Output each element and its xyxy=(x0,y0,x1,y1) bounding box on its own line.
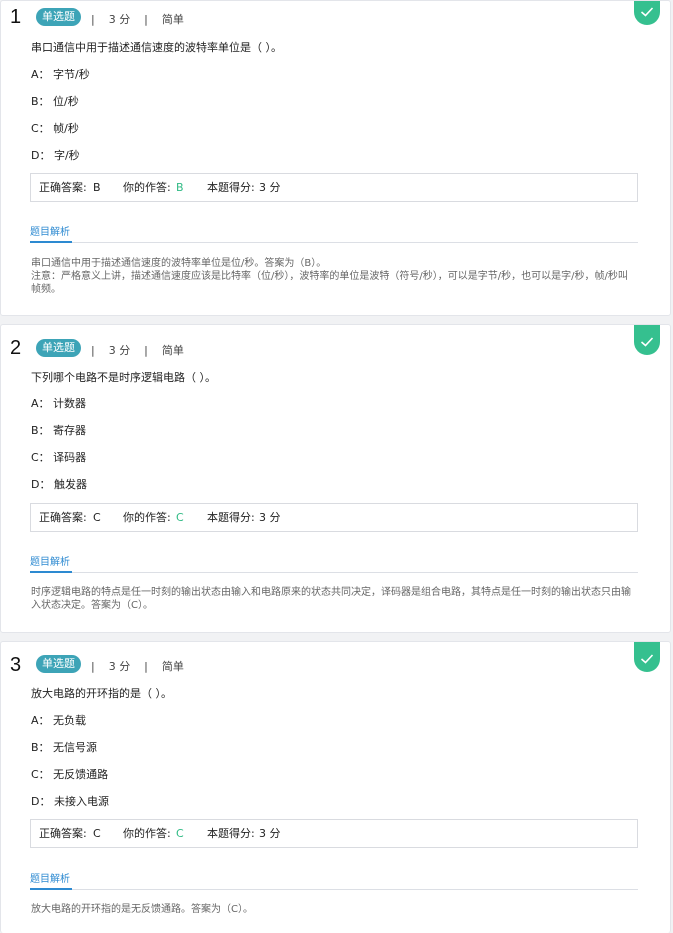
question-card: 1 单选题 | 3 分 | 简单 串口通信中用于描述通信速度的波特率单位是（ ）… xyxy=(0,0,671,316)
check-icon xyxy=(640,7,654,17)
your-answer-value: C xyxy=(176,827,184,840)
option-a[interactable]: A： 无负载 xyxy=(31,712,86,728)
option-b[interactable]: B： 寄存器 xyxy=(31,422,86,438)
option-c[interactable]: C： 帧/秒 xyxy=(31,120,79,136)
tab-underline xyxy=(30,888,638,890)
correct-answer-label: 正确答案: xyxy=(39,181,87,194)
answer-result-box: 正确答案: C 你的作答: C 本题得分: 3 分 xyxy=(30,819,638,848)
answer-result-box: 正确答案: B 你的作答: B 本题得分: 3 分 xyxy=(30,173,638,202)
question-number: 2 xyxy=(10,337,22,359)
option-d[interactable]: D： 触发器 xyxy=(31,476,87,492)
score-label: 本题得分: xyxy=(207,511,255,524)
correct-status-badge xyxy=(634,325,660,355)
question-card: 2 单选题 | 3 分 | 简单 下列哪个电路不是时序逻辑电路（ ）。 A： 计… xyxy=(0,324,671,633)
correct-answer-label: 正确答案: xyxy=(39,827,87,840)
tab-analysis[interactable]: 题目解析 xyxy=(30,870,70,885)
correct-answer-value: C xyxy=(93,511,101,524)
explanation-text: 串口通信中用于描述通信速度的波特率单位是位/秒。答案为（B）。 注意：严格意义上… xyxy=(31,258,628,295)
correct-answer-value: C xyxy=(93,827,101,840)
question-stem: 下列哪个电路不是时序逻辑电路（ ）。 xyxy=(31,371,216,384)
answer-result-box: 正确答案: C 你的作答: C 本题得分: 3 分 xyxy=(30,503,638,532)
check-icon xyxy=(640,654,654,664)
your-answer-label: 你的作答: xyxy=(123,181,171,194)
score-value: 3 分 xyxy=(259,181,281,194)
option-b[interactable]: B： 无信号源 xyxy=(31,739,97,755)
score-label: 本题得分: xyxy=(207,827,255,840)
score-value: 3 分 xyxy=(259,827,281,840)
option-d[interactable]: D： 字/秒 xyxy=(31,147,80,163)
tab-analysis[interactable]: 题目解析 xyxy=(30,223,70,238)
score-label: 本题得分: xyxy=(207,181,255,194)
correct-answer-value: B xyxy=(93,181,101,194)
your-answer-label: 你的作答: xyxy=(123,827,171,840)
question-card: 3 单选题 | 3 分 | 简单 放大电路的开环指的是（ ）。 A： 无负载 B… xyxy=(0,641,671,933)
option-c[interactable]: C： 无反馈通路 xyxy=(31,766,108,782)
your-answer-label: 你的作答: xyxy=(123,511,171,524)
option-c[interactable]: C： 译码器 xyxy=(31,449,86,465)
explanation-text: 时序逻辑电路的特点是任一时刻的输出状态由输入和电路原来的状态共同决定，译码器是组… xyxy=(31,587,631,611)
question-number: 3 xyxy=(10,654,22,676)
option-d[interactable]: D： 未接入电源 xyxy=(31,793,109,809)
your-answer-value: B xyxy=(176,181,184,194)
score-value: 3 分 xyxy=(259,511,281,524)
question-meta: | 3 分 | 简单 xyxy=(91,344,184,357)
option-a[interactable]: A： 计数器 xyxy=(31,395,86,411)
question-meta: | 3 分 | 简单 xyxy=(91,660,184,673)
explanation-text: 放大电路的开环指的是无反馈通路。答案为（C）。 xyxy=(31,904,253,915)
question-type-badge: 单选题 xyxy=(36,339,81,357)
correct-status-badge xyxy=(634,1,660,25)
question-number: 1 xyxy=(10,6,22,28)
question-type-badge: 单选题 xyxy=(36,655,81,673)
option-b[interactable]: B： 位/秒 xyxy=(31,93,79,109)
tab-underline xyxy=(30,571,638,573)
check-icon xyxy=(640,337,654,347)
option-a[interactable]: A： 字节/秒 xyxy=(31,66,90,82)
correct-answer-label: 正确答案: xyxy=(39,511,87,524)
question-type-badge: 单选题 xyxy=(36,8,81,26)
tab-analysis[interactable]: 题目解析 xyxy=(30,553,70,568)
question-stem: 串口通信中用于描述通信速度的波特率单位是（ ）。 xyxy=(31,41,282,54)
correct-status-badge xyxy=(634,642,660,672)
your-answer-value: C xyxy=(176,511,184,524)
question-meta: | 3 分 | 简单 xyxy=(91,13,184,26)
tab-underline xyxy=(30,241,638,243)
question-stem: 放大电路的开环指的是（ ）。 xyxy=(31,687,172,700)
